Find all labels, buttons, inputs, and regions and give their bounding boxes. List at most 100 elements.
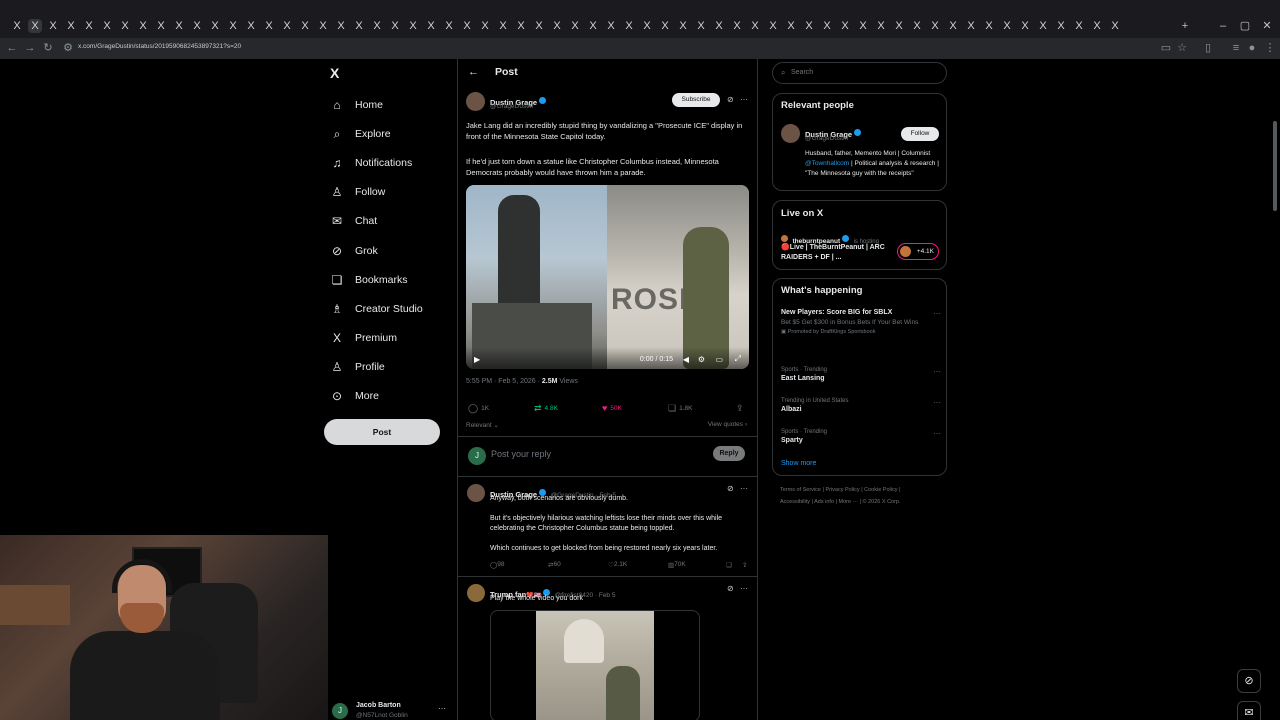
author-avatar[interactable] <box>467 584 485 602</box>
browser-tab[interactable]: X <box>46 19 60 33</box>
author-avatar[interactable] <box>467 484 485 502</box>
browser-tab[interactable]: X <box>262 19 276 33</box>
maximize-button[interactable]: ▢ <box>1236 19 1254 33</box>
browser-tab[interactable]: X <box>802 19 816 33</box>
subscribe-button[interactable]: Subscribe <box>672 93 720 107</box>
browser-tab[interactable]: X <box>334 19 348 33</box>
browser-tab[interactable]: X <box>748 19 762 33</box>
browser-tab[interactable]: X <box>874 19 888 33</box>
show-more-link[interactable]: Show more <box>781 460 816 467</box>
footer-links-2[interactable]: Accessibility | Ads info | More ··· | © … <box>780 499 901 505</box>
browser-tab[interactable]: X <box>640 19 654 33</box>
browser-tab[interactable]: X <box>280 19 294 33</box>
menu-icon[interactable]: ⋮ <box>1262 40 1278 56</box>
browser-tab[interactable]: X <box>604 19 618 33</box>
trend-item[interactable]: Sports · Trending East Lansing ··· <box>781 367 941 382</box>
bookmark-star-icon[interactable]: ☆ <box>1174 40 1190 56</box>
browser-tab[interactable]: X <box>766 19 780 33</box>
nav-item-explore[interactable]: ⌕ Explore <box>330 123 391 145</box>
nav-item-grok[interactable]: ⊘ Grok <box>330 240 378 262</box>
author-avatar[interactable] <box>466 92 485 111</box>
reply-action[interactable]: ◯ 1K <box>468 403 489 414</box>
browser-tab[interactable]: X <box>838 19 852 33</box>
browser-tab[interactable]: X <box>658 19 672 33</box>
more-icon[interactable]: ··· <box>933 398 941 407</box>
grok-icon[interactable]: ⊘ <box>727 584 734 593</box>
nav-item-creator-studio[interactable]: ♗ Creator Studio <box>330 298 423 320</box>
play-icon[interactable]: ▶ <box>474 355 480 364</box>
browser-tab[interactable]: X <box>460 19 474 33</box>
site-info-icon[interactable]: ⚙ <box>60 40 76 56</box>
browser-tab[interactable]: X <box>1072 19 1086 33</box>
repost-action[interactable]: ⇄ 60 <box>548 561 561 569</box>
browser-tab[interactable]: X <box>406 19 420 33</box>
grok-icon[interactable]: ⊘ <box>727 95 734 104</box>
grok-icon[interactable]: ⊘ <box>727 484 734 493</box>
browser-tab[interactable]: X <box>964 19 978 33</box>
settings-icon[interactable]: ⚙ <box>698 355 705 364</box>
fullscreen-icon[interactable]: ⤢ <box>735 354 741 364</box>
browser-tab[interactable]: X <box>82 19 96 33</box>
new-tab-button[interactable]: + <box>1176 19 1194 33</box>
browser-tab[interactable]: X <box>532 19 546 33</box>
more-icon[interactable]: ··· <box>933 367 941 376</box>
browser-tab[interactable]: X <box>694 19 708 33</box>
browser-tab[interactable]: X <box>172 19 186 33</box>
nav-item-more[interactable]: ⊙ More <box>330 385 379 407</box>
browser-tab[interactable]: X <box>586 19 600 33</box>
browser-tab[interactable]: X <box>1018 19 1032 33</box>
repost-action[interactable]: ⇄ 4.8K <box>534 403 558 414</box>
stream-title[interactable]: 🔴Live | TheBurntPeanut | ARC RAIDERS + D… <box>781 243 891 263</box>
nav-item-follow[interactable]: ♙ Follow <box>330 181 386 203</box>
reply-input[interactable]: Post your reply <box>491 449 551 459</box>
follow-button[interactable]: Follow <box>901 127 939 141</box>
browser-tab[interactable]: X <box>982 19 996 33</box>
page-scrollbar[interactable] <box>1273 121 1277 211</box>
promoted-trend[interactable]: New Players: Score BIG for SBLX Bet $5 G… <box>781 309 941 335</box>
browser-tab[interactable]: X <box>316 19 330 33</box>
browser-tab[interactable]: X <box>10 19 24 33</box>
extensions-icon[interactable]: ≡ <box>1228 40 1244 56</box>
back-icon[interactable]: ← <box>4 40 20 56</box>
browser-tab[interactable]: X <box>388 19 402 33</box>
nav-item-profile[interactable]: ♙ Profile <box>330 356 385 378</box>
browser-tab[interactable]: X <box>100 19 114 33</box>
browser-tab[interactable]: X <box>370 19 384 33</box>
messages-icon[interactable]: ✉ <box>1237 701 1261 720</box>
forward-icon[interactable]: → <box>22 40 38 56</box>
browser-tab[interactable]: X <box>856 19 870 33</box>
person-handle[interactable]: @GrageDustin <box>805 135 848 142</box>
trend-item[interactable]: Sports · Trending Sparty ··· <box>781 429 941 444</box>
trend-item[interactable]: Trending in United States Albazi ··· <box>781 398 941 413</box>
browser-tab[interactable]: X <box>1090 19 1104 33</box>
like-action[interactable]: ♥ 50K <box>602 403 622 413</box>
browser-tab[interactable]: X <box>154 19 168 33</box>
browser-tab[interactable]: X <box>730 19 744 33</box>
browser-tab[interactable]: X <box>352 19 366 33</box>
browser-tab[interactable]: X <box>1108 19 1122 33</box>
browser-tab[interactable]: X <box>1054 19 1068 33</box>
browser-tab[interactable]: X <box>928 19 942 33</box>
bookmark-icon[interactable]: ❏ <box>726 561 732 569</box>
browser-tab[interactable]: X <box>64 19 78 33</box>
browser-tab[interactable]: X <box>910 19 924 33</box>
more-icon[interactable]: ··· <box>933 429 941 438</box>
browser-tab[interactable]: X <box>424 19 438 33</box>
reply-action[interactable]: ◯ 98 <box>490 561 505 569</box>
view-quotes-link[interactable]: View quotes › <box>708 421 747 428</box>
sidepanel-icon[interactable]: ▯ <box>1200 40 1216 56</box>
account-switcher[interactable]: J Jacob Barton @N57Lnot Goblin ··· <box>330 701 450 720</box>
browser-tab[interactable]: X <box>226 19 240 33</box>
nav-item-premium[interactable]: X Premium <box>330 327 397 349</box>
post-video[interactable]: ROSE ▶ 0:00 / 0:15 ◀ ⚙ ▭ ⤢ <box>466 185 749 369</box>
browser-tab[interactable]: X <box>550 19 564 33</box>
browser-tab[interactable]: X <box>118 19 132 33</box>
viewer-count[interactable]: +4.1K <box>897 243 939 260</box>
browser-tab[interactable]: X <box>244 19 258 33</box>
reload-icon[interactable]: ↻ <box>40 40 56 56</box>
share-action[interactable]: ⇪ <box>736 403 744 414</box>
url-field[interactable]: x.com/GrageDustin/status/201959068245389… <box>78 43 241 50</box>
browser-tab[interactable]: X <box>784 19 798 33</box>
like-action[interactable]: ♡ 2.1K <box>608 561 627 569</box>
browser-tab[interactable]: X <box>208 19 222 33</box>
